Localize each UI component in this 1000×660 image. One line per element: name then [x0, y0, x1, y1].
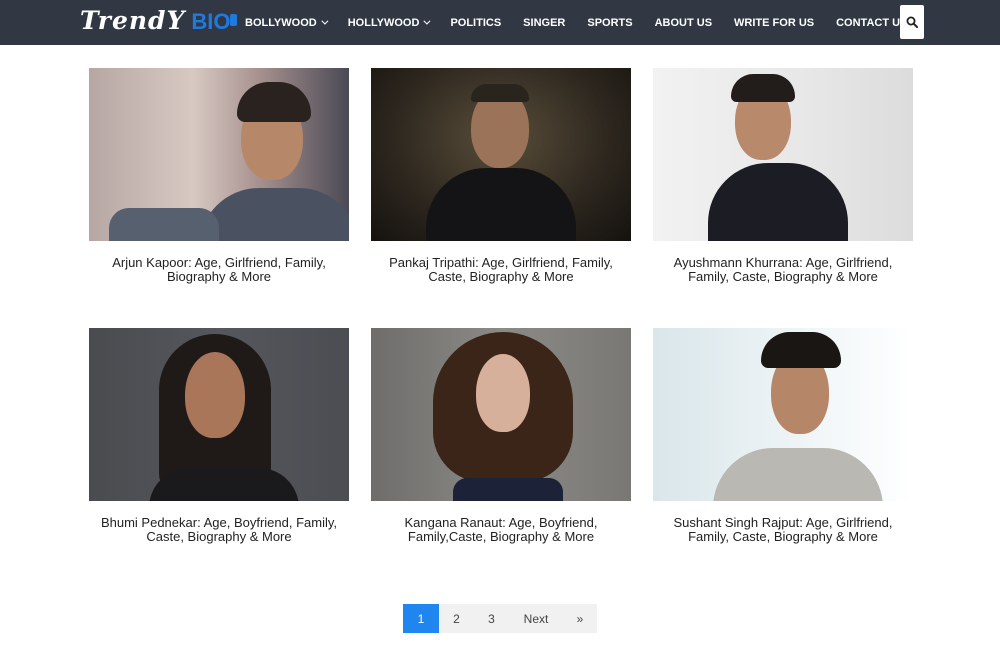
portrait-image	[89, 68, 349, 241]
nav-item-label: HOLLYWOOD	[347, 16, 420, 29]
site-header: TrendY BIO BOLLYWOOD HOLLYWOOD POLITICS …	[0, 0, 1000, 45]
nav-item-bollywood[interactable]: BOLLYWOOD	[234, 0, 337, 45]
post-title[interactable]: Arjun Kapoor: Age, Girlfriend, Family, B…	[89, 256, 349, 284]
chevron-down-icon	[321, 17, 329, 25]
nav-item-singer[interactable]: SINGER	[512, 0, 576, 45]
site-logo[interactable]: TrendY BIO	[80, 4, 237, 36]
post-card[interactable]: Pankaj Tripathi: Age, Girlfriend, Family…	[371, 68, 631, 284]
chevron-down-icon	[423, 17, 431, 25]
main-nav: BOLLYWOOD HOLLYWOOD POLITICS SINGER SPOR…	[234, 0, 918, 45]
post-thumbnail[interactable]	[653, 68, 913, 241]
post-card[interactable]: Kangana Ranaut: Age, Boyfriend, Family,C…	[371, 328, 631, 544]
post-card[interactable]: Sushant Singh Rajput: Age, Girlfriend, F…	[653, 328, 913, 544]
post-title[interactable]: Sushant Singh Rajput: Age, Girlfriend, F…	[653, 516, 913, 544]
search-icon	[906, 16, 918, 28]
nav-item-label: SPORTS	[587, 16, 633, 29]
page-link-1[interactable]: 1	[403, 604, 439, 633]
portrait-image	[89, 328, 349, 501]
page-link-2[interactable]: 2	[439, 604, 474, 633]
nav-item-label: SINGER	[523, 16, 566, 29]
nav-item-label: WRITE FOR US	[734, 16, 815, 29]
portrait-image	[653, 328, 913, 501]
nav-item-label: ABOUT US	[654, 16, 713, 29]
post-title[interactable]: Ayushmann Khurrana: Age, Girlfriend, Fam…	[653, 256, 913, 284]
logo-text-trendy: TrendY	[80, 6, 186, 35]
nav-item-label: POLITICS	[450, 16, 502, 29]
post-thumbnail[interactable]	[89, 68, 349, 241]
post-card[interactable]: Arjun Kapoor: Age, Girlfriend, Family, B…	[89, 68, 349, 284]
post-thumbnail[interactable]	[653, 328, 913, 501]
nav-item-label: CONTACT US	[836, 16, 908, 29]
post-title[interactable]: Kangana Ranaut: Age, Boyfriend, Family,C…	[371, 516, 631, 544]
logo-text-bio: BIO	[191, 8, 237, 36]
post-thumbnail[interactable]	[89, 328, 349, 501]
post-title[interactable]: Bhumi Pednekar: Age, Boyfriend, Family, …	[89, 516, 349, 544]
portrait-image	[653, 68, 913, 241]
search-button[interactable]	[900, 5, 924, 39]
portrait-image	[371, 328, 631, 501]
pagination: 1 2 3 Next »	[403, 604, 597, 633]
post-title[interactable]: Pankaj Tripathi: Age, Girlfriend, Family…	[371, 256, 631, 284]
next-page-button[interactable]: Next	[509, 604, 563, 633]
post-thumbnail[interactable]	[371, 328, 631, 501]
nav-item-about-us[interactable]: ABOUT US	[644, 0, 723, 45]
portrait-image	[371, 68, 631, 241]
post-thumbnail[interactable]	[371, 68, 631, 241]
last-page-button[interactable]: »	[563, 604, 597, 633]
nav-item-hollywood[interactable]: HOLLYWOOD	[337, 0, 440, 45]
nav-item-label: BOLLYWOOD	[245, 16, 317, 29]
post-card[interactable]: Ayushmann Khurrana: Age, Girlfriend, Fam…	[653, 68, 913, 284]
nav-item-write-for-us[interactable]: WRITE FOR US	[723, 0, 825, 45]
nav-item-sports[interactable]: SPORTS	[576, 0, 643, 45]
page-link-3[interactable]: 3	[474, 604, 509, 633]
nav-item-politics[interactable]: POLITICS	[439, 0, 512, 45]
post-card[interactable]: Bhumi Pednekar: Age, Boyfriend, Family, …	[89, 328, 349, 544]
